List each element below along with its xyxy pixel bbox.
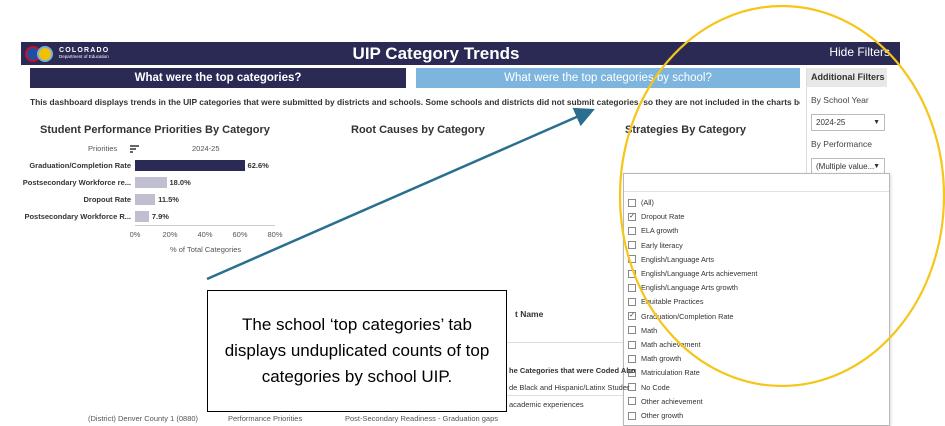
callout-box: The school ‘top categories’ tab displays… xyxy=(207,290,507,412)
callout-text: The school ‘top categories’ tab displays… xyxy=(224,315,490,386)
highlight-circle xyxy=(618,4,945,388)
annotation-arrow xyxy=(206,107,595,281)
